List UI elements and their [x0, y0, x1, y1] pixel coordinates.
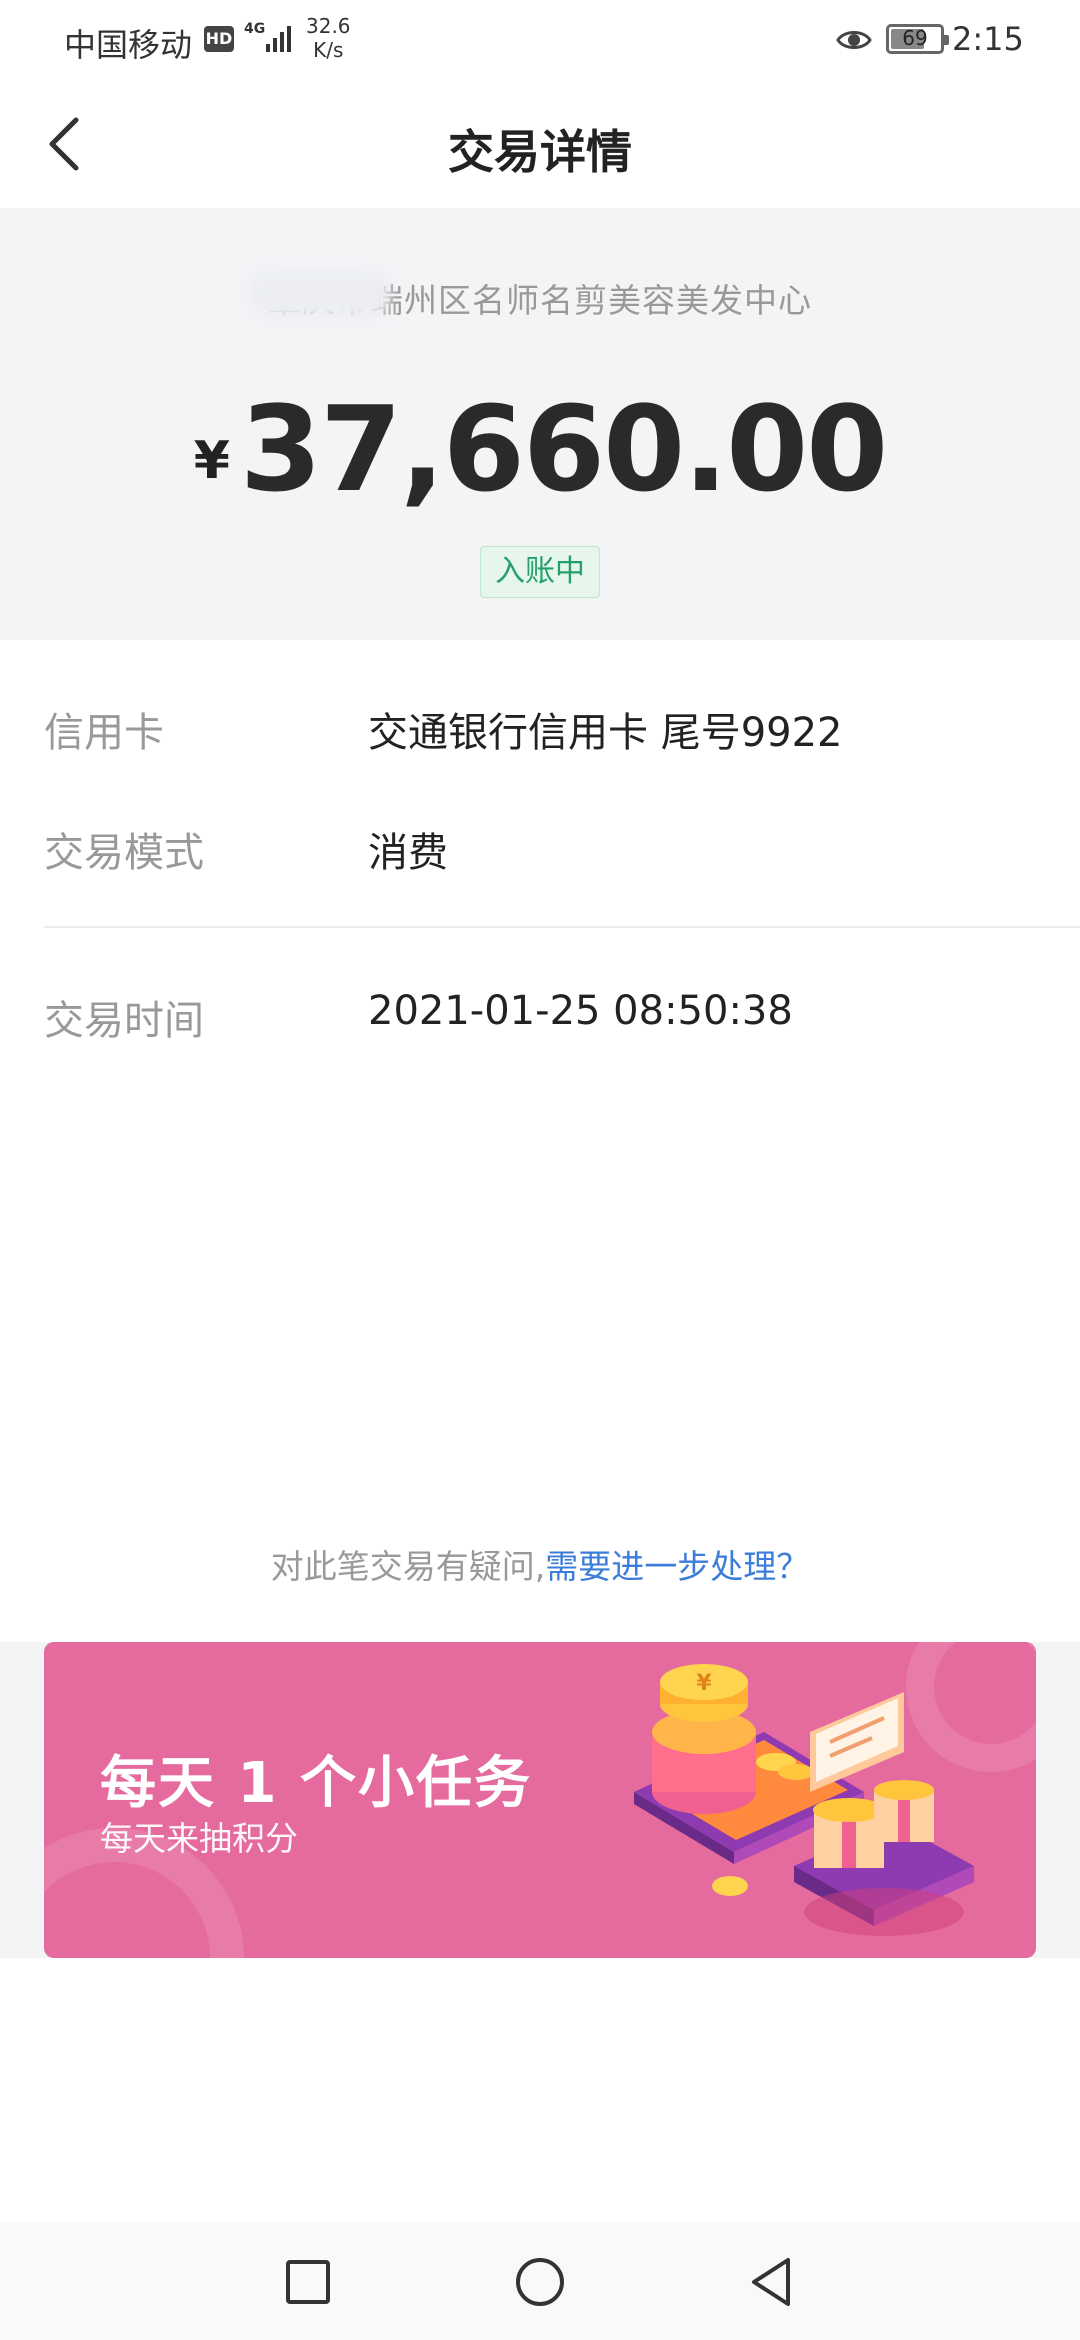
- triangle-back-icon[interactable]: [742, 2252, 802, 2312]
- square-icon[interactable]: [278, 2252, 338, 2312]
- signal-icon: [266, 26, 291, 52]
- banner-subtitle: 每天来抽积分: [100, 1819, 298, 1858]
- currency-symbol: ¥: [193, 431, 230, 491]
- transaction-amount: ¥37,660.00: [0, 380, 1080, 518]
- eye-icon: [836, 31, 872, 49]
- coin-phone-illustration: ¥: [634, 1664, 974, 1936]
- battery-icon: 69: [886, 24, 949, 54]
- carrier-name: 中国移动: [64, 26, 193, 64]
- detail-value: 交通银行信用卡 尾号9922: [368, 710, 843, 756]
- network-type: 4G: [244, 21, 266, 37]
- detail-label: 交易时间: [44, 998, 204, 1044]
- help-line: 对此笔交易有疑问,需要进一步处理？: [0, 1540, 1080, 1588]
- hd-icon: HD: [204, 26, 234, 52]
- detail-value: 2021-01-25 08:50:38: [368, 988, 793, 1034]
- detail-row-mode: 交易模式 消费: [44, 820, 1080, 880]
- transaction-summary: 肇庆市端州区名师名剪美容美发中心 ¥37,660.00 入账中: [0, 208, 1080, 640]
- status-bar: 中国移动 HD 4G 32.6 K/s 69 2:15: [0, 0, 1080, 80]
- svg-text:¥: ¥: [696, 1671, 712, 1696]
- network-speed: 32.6 K/s: [306, 14, 351, 62]
- speed-value: 32.6: [306, 14, 351, 38]
- amount-value: 37,660.00: [239, 380, 888, 518]
- battery-level: 69: [902, 26, 928, 50]
- detail-value: 消费: [368, 830, 448, 876]
- header: 交易详情: [0, 80, 1080, 208]
- detail-label: 交易模式: [44, 830, 204, 876]
- page-title: 交易详情: [448, 125, 632, 179]
- help-text: 对此笔交易有疑问,: [270, 1547, 546, 1586]
- detail-label: 信用卡: [44, 710, 164, 756]
- merchant-name: 肇庆市端州区名师名剪美容美发中心: [268, 281, 812, 320]
- privacy-blur: [250, 270, 390, 318]
- banner-title: 每天 1 个小任务: [100, 1751, 532, 1816]
- system-navigation-bar: [0, 2222, 1080, 2340]
- circle-icon[interactable]: [510, 2252, 570, 2312]
- clock: 2:15: [952, 20, 1024, 58]
- divider: [44, 926, 1080, 928]
- speed-unit: K/s: [313, 38, 344, 62]
- detail-row-time: 交易时间 2021-01-25 08:50:38: [44, 988, 1080, 1048]
- detail-row-card: 信用卡 交通银行信用卡 尾号9922: [44, 700, 1080, 760]
- status-badge: 入账中: [480, 546, 600, 598]
- help-link[interactable]: 需要进一步处理？: [545, 1547, 809, 1586]
- promo-banner[interactable]: 每天 1 个小任务 每天来抽积分 ¥: [44, 1642, 1036, 1958]
